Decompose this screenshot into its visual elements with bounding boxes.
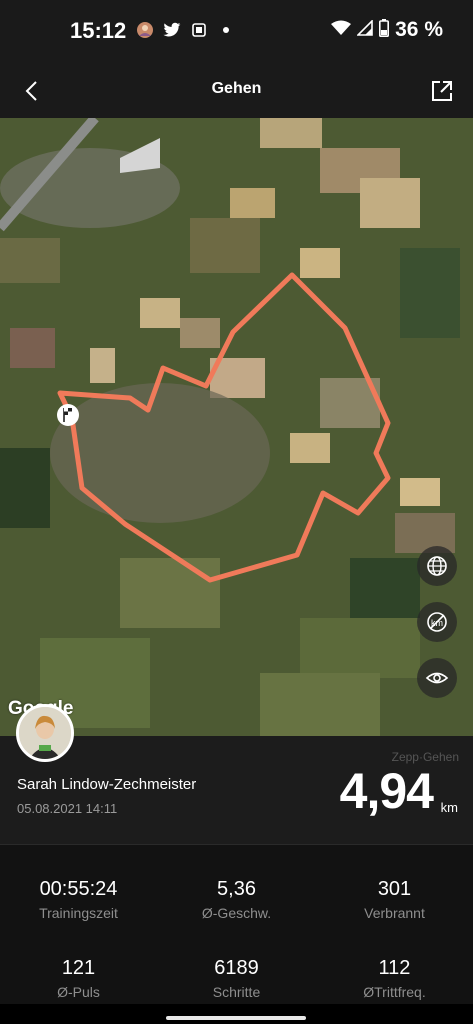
- stat-label: Verbrannt: [364, 905, 425, 921]
- share-icon: [432, 81, 452, 101]
- satellite-map-image: [0, 118, 473, 736]
- stat-label: ØTrittfreq.: [363, 984, 426, 1000]
- stat-avg-cadence: 112 ØTrittfreq.: [316, 957, 473, 1000]
- distance-marker-hidden-icon: km: [427, 612, 447, 632]
- distance-unit: km: [440, 800, 458, 815]
- battery-icon: [379, 18, 390, 42]
- status-notification-icons: [136, 21, 235, 39]
- status-bar: 15:12 36 %: [0, 0, 473, 64]
- map-type-button[interactable]: [417, 546, 457, 586]
- route-map[interactable]: km: [0, 118, 473, 736]
- contact-avatar-icon: [136, 21, 154, 39]
- page-title: Gehen: [211, 80, 262, 97]
- stats-grid: 00:55:24 Trainingszeit 5,36 Ø-Geschw. 30…: [0, 844, 473, 1004]
- distance-markers-toggle[interactable]: km: [417, 602, 457, 642]
- eye-icon: [425, 672, 449, 684]
- share-button[interactable]: [429, 78, 455, 104]
- user-name: Sarah Lindow-Zechmeister: [17, 776, 197, 793]
- stat-label: Ø-Geschw.: [201, 905, 272, 921]
- stat-steps: 6189 Schritte: [158, 957, 315, 1000]
- distance-value: 4,94: [339, 763, 434, 819]
- signal-icon: [356, 18, 373, 41]
- twitter-icon: [163, 21, 181, 39]
- stat-label: Ø-Puls: [57, 984, 100, 1000]
- stat-value: 5,36: [217, 878, 256, 900]
- user-photo: [19, 707, 71, 759]
- stat-value: 00:55:24: [39, 878, 118, 900]
- stat-value: 121: [61, 957, 96, 979]
- stat-avg-heart-rate: 121 Ø-Puls: [0, 957, 157, 1000]
- notification-icon: [190, 21, 208, 39]
- stat-training-time: 00:55:24 Trainingszeit: [0, 878, 157, 921]
- stat-calories: 301 Verbrannt: [316, 878, 473, 921]
- visibility-toggle[interactable]: [417, 658, 457, 698]
- app-header: Gehen: [0, 64, 473, 118]
- status-system-icons: 36 %: [331, 18, 443, 42]
- globe-icon: [427, 556, 447, 576]
- dot-icon: [217, 21, 235, 39]
- stat-label: Trainingszeit: [39, 905, 118, 921]
- finish-flag-icon: [57, 404, 79, 426]
- stat-label: Schritte: [212, 984, 261, 1000]
- stat-value: 301: [377, 878, 412, 900]
- avatar[interactable]: [16, 704, 74, 762]
- activity-date: 05.08.2021 14:11: [17, 801, 118, 816]
- system-nav-bar: [0, 1004, 473, 1024]
- stat-avg-speed: 5,36 Ø-Geschw.: [158, 878, 315, 921]
- battery-percentage: 36 %: [395, 18, 443, 41]
- home-gesture-handle[interactable]: [166, 1016, 306, 1020]
- stat-value: 6189: [214, 957, 259, 979]
- wifi-icon: [331, 20, 352, 41]
- status-time: 15:12: [70, 18, 127, 43]
- stat-value: 112: [378, 957, 411, 979]
